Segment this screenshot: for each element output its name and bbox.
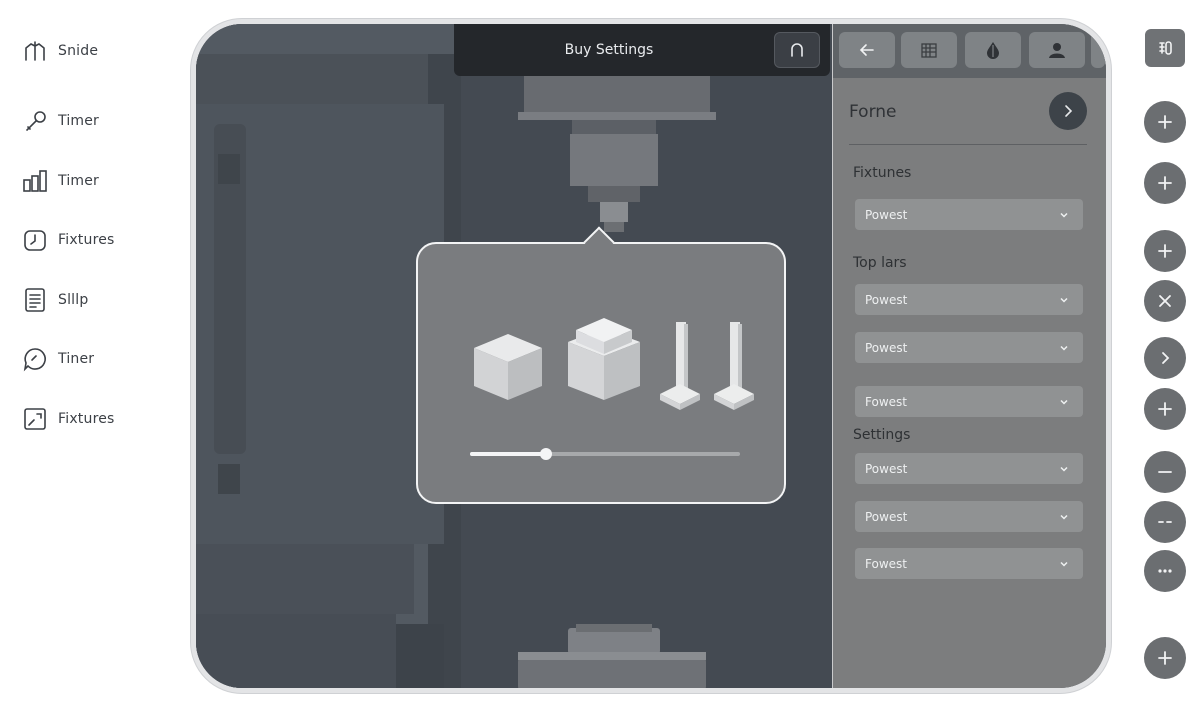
menu-label: Tiner xyxy=(58,351,95,367)
chevron-right-icon xyxy=(1065,105,1073,117)
section-label-top-lars: Top lars xyxy=(853,255,907,271)
dropdown-value: Fowest xyxy=(865,394,907,409)
menu-label: Timer xyxy=(58,113,100,129)
rail-add-button-4[interactable] xyxy=(1144,388,1186,430)
dropdown-value: Powest xyxy=(865,340,908,355)
menu-item-fixtures[interactable]: Fixtures xyxy=(22,225,115,255)
home-button[interactable] xyxy=(774,32,820,68)
chevron-down-icon xyxy=(1060,514,1068,520)
slider-thumb[interactable] xyxy=(539,448,552,460)
tab-overflow[interactable] xyxy=(1091,32,1105,68)
panel-title: Forne xyxy=(849,102,897,122)
drop-icon xyxy=(987,42,999,59)
menu-item-tiner[interactable]: Tiner xyxy=(22,344,94,374)
clock-icon xyxy=(24,230,46,251)
popup-slider[interactable] xyxy=(470,448,740,460)
menu-item-fixtures-2[interactable]: Fixtures xyxy=(22,404,115,434)
dropdown-settings-2[interactable]: Powest xyxy=(855,501,1083,532)
document-icon xyxy=(25,288,45,312)
plus-icon xyxy=(1158,651,1172,665)
dropdown-value: Powest xyxy=(865,292,908,307)
arch-icon xyxy=(791,43,803,57)
chevron-down-icon xyxy=(1060,297,1068,303)
chevron-down-icon xyxy=(1060,345,1068,351)
bar-chart-icon xyxy=(23,170,47,192)
chevron-right-icon xyxy=(1162,352,1170,364)
popup-objects xyxy=(474,318,754,410)
dropdown-settings-3[interactable]: Fowest xyxy=(855,548,1083,579)
dropdown-value: Fowest xyxy=(865,556,907,571)
section-label-settings: Settings xyxy=(853,427,911,443)
rail-dash-button[interactable] xyxy=(1144,501,1186,543)
menu-item-slllp[interactable]: Slllp xyxy=(22,285,88,315)
chevron-down-icon xyxy=(1060,561,1068,567)
dropdown-settings-1[interactable]: Powest xyxy=(855,453,1083,484)
rail-more-button[interactable] xyxy=(1144,550,1186,592)
chevron-down-icon xyxy=(1060,212,1068,218)
panel-tabs xyxy=(833,24,1106,78)
top-bar: Buy Settings xyxy=(454,24,830,76)
rail-add-button-5[interactable] xyxy=(1144,637,1186,679)
pin-icon[interactable] xyxy=(714,322,754,410)
plus-icon xyxy=(1158,176,1172,190)
cube-icon[interactable] xyxy=(474,334,542,400)
more-icon xyxy=(1158,569,1172,573)
panel-next-button[interactable] xyxy=(1049,92,1087,130)
wrench-icon xyxy=(26,111,46,131)
chevron-down-icon xyxy=(1060,466,1068,472)
panel-divider xyxy=(849,144,1087,145)
calendar-icon xyxy=(921,43,937,58)
rail-add-button-3[interactable] xyxy=(1144,230,1186,272)
menu-item-snide[interactable]: Snide xyxy=(22,36,98,66)
menu-label: Fixtures xyxy=(58,411,115,427)
user-icon xyxy=(1049,43,1065,58)
plus-icon xyxy=(1158,115,1172,129)
rail-close-button[interactable] xyxy=(1144,280,1186,322)
dropdown-value: Powest xyxy=(865,207,908,222)
menu-label: Snide xyxy=(58,43,99,59)
tab-calendar[interactable] xyxy=(901,32,957,68)
rail-add-button-1[interactable] xyxy=(1144,101,1186,143)
tab-drop[interactable] xyxy=(965,32,1021,68)
slider-fill xyxy=(470,452,546,456)
tab-user[interactable] xyxy=(1029,32,1085,68)
rail-add-button-2[interactable] xyxy=(1144,162,1186,204)
top-bar-title: Buy Settings xyxy=(564,42,654,58)
chat-bubble-icon xyxy=(23,348,46,372)
settings-panel: Forne Fixtunes Powest Top lars Powest Po… xyxy=(832,24,1106,688)
minus-icon xyxy=(1158,471,1172,473)
section-label-fixtunes: Fixtunes xyxy=(853,165,912,181)
close-icon xyxy=(1159,295,1171,307)
panel-toggle-icon xyxy=(1159,41,1172,55)
dash-icon xyxy=(1158,521,1172,523)
menu-label: Timer xyxy=(58,173,100,189)
dropdown-top-lars-3[interactable]: Fowest xyxy=(855,386,1083,417)
left-menu: Snide Timer Timer Fixtures Slllp Tiner F… xyxy=(0,0,180,720)
menu-label: Slllp xyxy=(58,292,89,308)
panel-toggle-button[interactable] xyxy=(1145,29,1185,67)
menu-item-timer[interactable]: Timer xyxy=(22,106,99,136)
device-screen: Buy Settings Forne Fixtunes Powest Top l… xyxy=(196,24,1106,688)
stacked-block-icon[interactable] xyxy=(568,318,640,400)
dropdown-value: Powest xyxy=(865,509,908,524)
pin-icon[interactable] xyxy=(660,322,700,410)
plus-icon xyxy=(1158,244,1172,258)
chevron-down-icon xyxy=(1060,399,1068,405)
plus-icon xyxy=(1158,402,1172,416)
back-arrow-icon xyxy=(859,44,874,56)
menu-label: Fixtures xyxy=(58,232,115,248)
dropdown-value: Powest xyxy=(865,461,908,476)
tuning-fork-icon xyxy=(25,41,45,61)
rail-next-button[interactable] xyxy=(1144,337,1186,379)
tool-popup xyxy=(416,226,786,504)
image-frame-icon xyxy=(24,408,46,430)
dropdown-top-lars-2[interactable]: Powest xyxy=(855,332,1083,363)
dropdown-top-lars-1[interactable]: Powest xyxy=(855,284,1083,315)
rail-minus-button[interactable] xyxy=(1144,451,1186,493)
dropdown-fixtunes[interactable]: Powest xyxy=(855,199,1083,230)
tab-back[interactable] xyxy=(839,32,895,68)
menu-item-timer-2[interactable]: Timer xyxy=(22,166,99,196)
